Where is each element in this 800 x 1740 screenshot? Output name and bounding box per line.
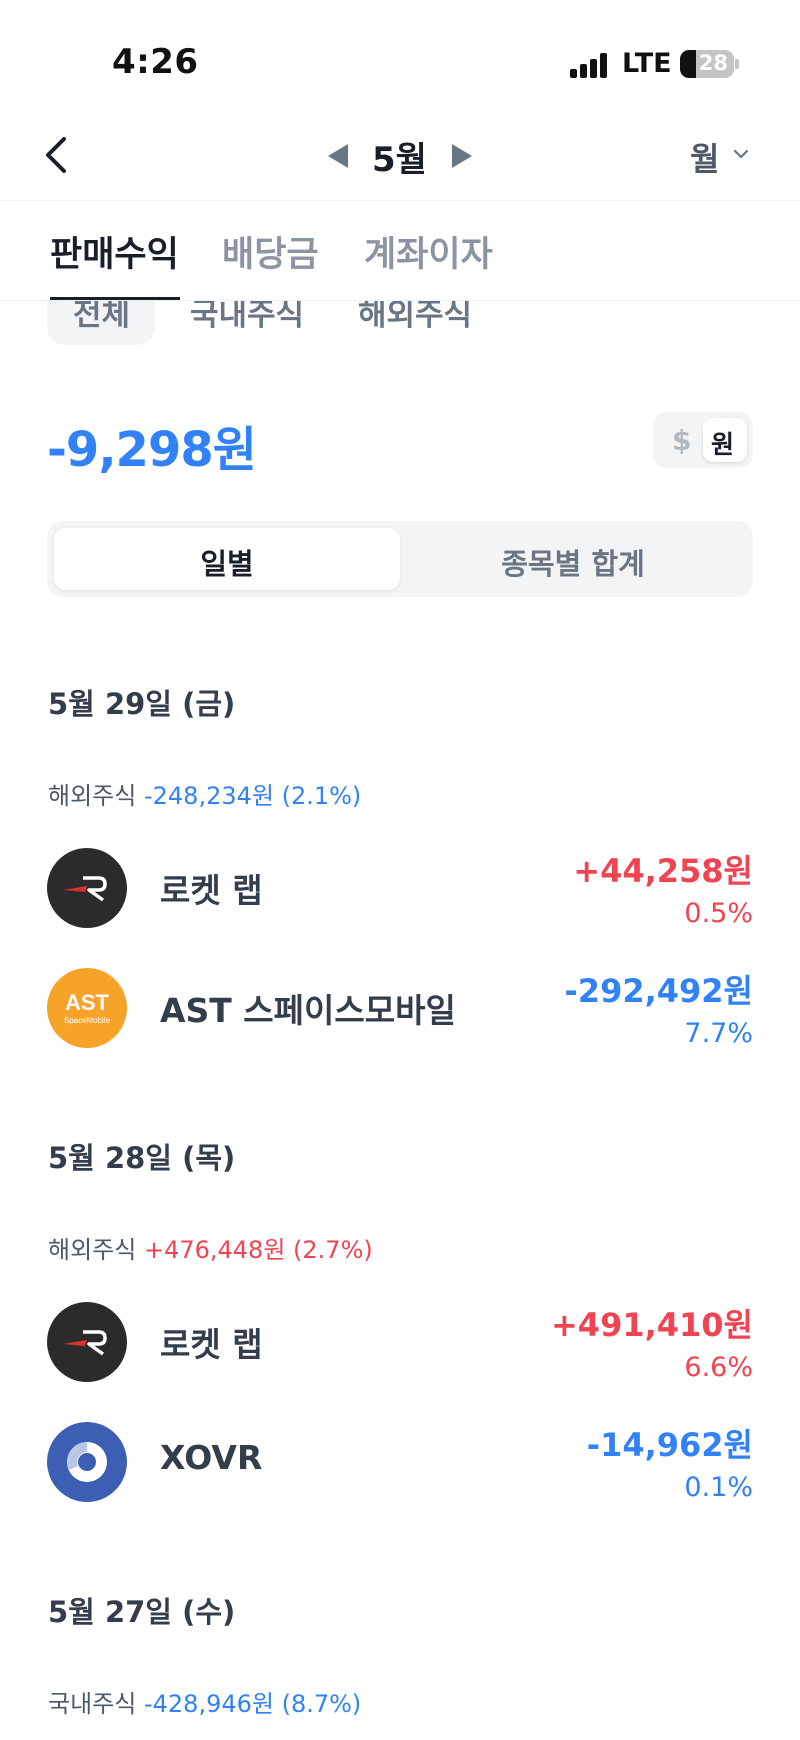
stock-profit-amount: +44,258원 (573, 852, 753, 890)
stock-profit-rate: 0.5% (684, 898, 753, 929)
next-month-icon[interactable] (452, 144, 472, 168)
market-label: 해외주식 (48, 782, 137, 810)
battery-icon: 28 (680, 50, 734, 78)
header-divider (0, 200, 800, 201)
stock-profit-rate: 0.1% (684, 1472, 753, 1503)
market-change: -428,946원 (8.7%) (143, 1690, 362, 1718)
subtab-overseas[interactable]: 해외주식 (358, 301, 472, 334)
day-title: 5월 28일 (목) (48, 1141, 236, 1175)
tab-sales-profit[interactable]: 판매수익 (50, 226, 179, 277)
currency-won-option[interactable]: 원 (711, 425, 734, 461)
segment-by-stock[interactable]: 종목별 합계 (400, 541, 746, 583)
battery-tip (735, 59, 739, 69)
stock-profit-amount: -292,492원 (564, 972, 753, 1010)
subtab-all[interactable]: 전체 (73, 301, 130, 334)
status-time: 4:26 (112, 42, 199, 82)
rocket-lab-logo (47, 848, 127, 928)
ast-logo-subtext: SpaceMobile (64, 1016, 111, 1025)
currency-dollar-option[interactable]: $ (672, 424, 691, 457)
market-label: 국내주식 (48, 1690, 137, 1718)
segment-daily[interactable]: 일별 (54, 541, 400, 583)
stock-profit-amount: -14,962원 (586, 1426, 753, 1464)
day-market-summary: 해외주식 -248,234원 (2.1%) (48, 776, 361, 811)
market-change: -248,234원 (2.1%) (143, 782, 362, 810)
day-title: 5월 27일 (수) (48, 1595, 236, 1629)
tab-account-interest[interactable]: 계좌이자 (364, 226, 493, 277)
battery-level: 28 (698, 51, 728, 75)
subtab-bar: 전체 국내주식 해외주식 (0, 301, 800, 346)
market-label: 해외주식 (48, 1236, 137, 1264)
stock-name[interactable]: 로켓 랩 (160, 1318, 263, 1366)
stock-name[interactable]: 로켓 랩 (160, 864, 263, 912)
stock-name[interactable]: XOVR (160, 1438, 262, 1477)
stock-profit-amount: +491,410원 (550, 1306, 753, 1344)
subtab-domestic[interactable]: 국내주식 (190, 301, 304, 334)
period-select[interactable]: 월 (690, 134, 719, 180)
total-profit: -9,298원 (47, 422, 257, 478)
tab-dividends[interactable]: 배당금 (222, 226, 319, 277)
stock-profit-rate: 7.7% (684, 1018, 753, 1049)
chevron-down-icon[interactable] (733, 146, 749, 162)
day-market-summary: 해외주식 +476,448원 (2.7%) (48, 1230, 373, 1265)
market-change: +476,448원 (2.7%) (143, 1236, 373, 1264)
day-market-summary: 국내주식 -428,946원 (8.7%) (48, 1684, 361, 1719)
rocket-lab-logo (47, 1302, 127, 1382)
back-icon[interactable] (42, 135, 72, 175)
network-type: LTE (622, 48, 672, 79)
ast-logo-text: AST (65, 990, 110, 1015)
xovr-logo (47, 1422, 127, 1502)
ast-spacemobile-logo: AST SpaceMobile (47, 968, 127, 1048)
month-label: 5월 (372, 140, 427, 180)
stock-name[interactable]: AST 스페이스모바일 (160, 984, 456, 1032)
previous-month-icon[interactable] (328, 144, 348, 168)
day-title: 5월 29일 (금) (48, 687, 236, 721)
stock-profit-rate: 6.6% (684, 1352, 753, 1383)
signal-icon (570, 52, 610, 78)
